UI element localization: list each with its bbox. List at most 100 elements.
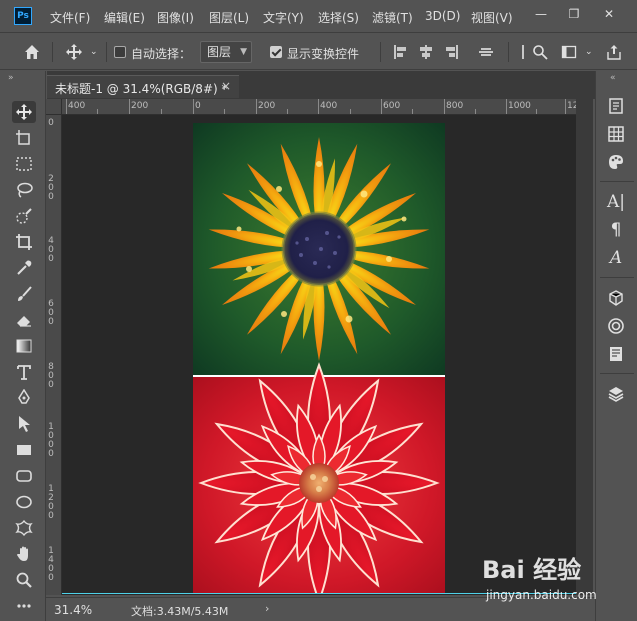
menu-view[interactable]: 视图(V) — [471, 9, 513, 26]
ruler-label: 1200 — [48, 484, 54, 521]
history-icon[interactable] — [605, 95, 627, 117]
document-canvas[interactable] — [193, 123, 445, 593]
ruler-origin[interactable] — [46, 99, 62, 115]
menu-3d[interactable]: 3D(D) — [425, 9, 460, 23]
chevron-down-icon: ▼ — [240, 47, 247, 57]
character-panel-icon[interactable]: A| — [605, 191, 627, 213]
menu-image[interactable]: 图像(I) — [157, 9, 194, 26]
marquee-tool-icon[interactable] — [12, 153, 36, 175]
ruler-label: 600 — [48, 299, 54, 327]
move-tool-preset-icon[interactable] — [62, 41, 86, 63]
menu-filter[interactable]: 滤镜(T) — [372, 9, 413, 26]
ruler-label: 400 — [68, 101, 86, 111]
workspace-icon[interactable] — [561, 44, 577, 60]
align-right-icon[interactable] — [443, 44, 459, 60]
zoom-level-field[interactable]: 31.4% — [50, 601, 106, 619]
ruler-label: 600 — [383, 101, 401, 111]
expand-panels-icon[interactable]: « — [610, 73, 616, 83]
close-tab-icon[interactable]: × — [221, 79, 231, 93]
quick-select-tool-icon[interactable] — [12, 205, 36, 227]
3d-panel-icon[interactable] — [605, 287, 627, 309]
rounded-rectangle-tool-icon[interactable] — [12, 465, 36, 487]
more-tools-icon[interactable] — [12, 595, 36, 617]
ruler-label: 1000 — [48, 422, 54, 459]
eraser-tool-icon[interactable] — [12, 309, 36, 331]
ruler-label: 1000 — [508, 101, 531, 111]
restore-button[interactable]: ❐ — [561, 3, 587, 25]
home-icon[interactable] — [20, 41, 44, 63]
glyphs-panel-icon[interactable]: A — [605, 247, 627, 269]
zoom-tool-icon[interactable] — [12, 569, 36, 591]
document-info: 文档:3.43M/5.43M — [131, 605, 229, 618]
collapse-panel-icon[interactable]: » — [8, 73, 14, 83]
lasso-tool-icon[interactable] — [12, 179, 36, 201]
layer-select-value: 图层 — [207, 45, 232, 59]
document-tab[interactable]: 未标题-1 @ 31.4%(RGB/8#) * × — [47, 75, 239, 98]
share-icon[interactable] — [606, 44, 622, 60]
auto-select-label: 自动选择： — [131, 47, 192, 61]
menu-bar: Ps 文件(F) 编辑(E) 图像(I) 图层(L) 文字(Y) 选择(S) 滤… — [0, 0, 637, 33]
ruler-label: 0 — [195, 101, 201, 111]
type-tool-icon[interactable] — [12, 361, 36, 383]
menu-select[interactable]: 选择(S) — [318, 9, 359, 26]
auto-select-target-dropdown[interactable]: 图层 ▼ — [200, 41, 252, 63]
show-transform-label: 显示变换控件 — [287, 47, 360, 61]
pen-tool-icon[interactable] — [12, 387, 36, 409]
horizontal-ruler[interactable]: 400 200 0 200 400 600 800 1000 1200 — [62, 99, 576, 115]
artboard-tool-icon[interactable] — [12, 127, 36, 149]
eyedropper-tool-icon[interactable] — [12, 257, 36, 279]
menu-edit[interactable]: 编辑(E) — [104, 9, 145, 26]
paragraph-panel-icon[interactable]: ¶ — [605, 219, 627, 241]
crop-tool-icon[interactable] — [12, 231, 36, 253]
menu-file[interactable]: 文件(F) — [50, 9, 90, 26]
watermark-brand: Bai 经验 — [482, 556, 582, 584]
ruler-label: 0 — [48, 118, 54, 128]
distribute-icon[interactable] — [516, 44, 532, 60]
ruler-label: 400 — [320, 101, 338, 111]
canvas-area[interactable] — [62, 115, 576, 595]
auto-select-checkbox[interactable] — [114, 46, 126, 58]
photoshop-logo-icon: Ps — [14, 7, 32, 25]
document-tab-title: 未标题-1 @ 31.4%(RGB/8#) * — [55, 82, 228, 96]
custom-shape-tool-icon[interactable] — [12, 517, 36, 539]
swatches-icon[interactable] — [605, 123, 627, 145]
ruler-label: 800 — [446, 101, 464, 111]
ruler-label: 1400 — [48, 546, 54, 583]
ruler-label: 200 — [258, 101, 276, 111]
rectangle-tool-icon[interactable] — [12, 439, 36, 461]
move-tool-icon[interactable] — [12, 101, 36, 123]
ruler-label: 200 — [48, 174, 54, 202]
show-transform-checkbox[interactable] — [270, 46, 282, 58]
watermark-url: jingyan.baidu.com — [486, 588, 597, 602]
chevron-down-icon[interactable]: ⌄ — [90, 47, 98, 57]
menu-layer[interactable]: 图层(L) — [209, 9, 249, 26]
ruler-label: 200 — [131, 101, 149, 111]
panel-dock: « A| ¶ A — [595, 71, 637, 621]
gradient-tool-icon[interactable] — [12, 335, 36, 357]
menu-type[interactable]: 文字(Y) — [263, 9, 304, 26]
ruler-label: 800 — [48, 362, 54, 390]
baidu-jingyan-watermark: Bai 经验 jingyan.baidu.com — [482, 550, 632, 606]
path-select-tool-icon[interactable] — [12, 413, 36, 435]
ruler-label: 400 — [48, 236, 54, 264]
dahlia-center — [299, 463, 339, 503]
search-icon[interactable] — [532, 44, 548, 60]
tools-panel: » — [0, 71, 46, 621]
chevron-down-icon[interactable]: ⌄ — [585, 47, 593, 57]
vertical-scrollbar[interactable] — [576, 99, 593, 595]
align-vertical-center-icon[interactable] — [478, 44, 494, 60]
color-palette-icon[interactable] — [605, 151, 627, 173]
align-left-icon[interactable] — [393, 44, 409, 60]
layers-icon[interactable] — [605, 383, 627, 405]
properties-icon[interactable] — [605, 343, 627, 365]
hand-tool-icon[interactable] — [12, 543, 36, 565]
brush-tool-icon[interactable] — [12, 283, 36, 305]
status-menu-arrow-icon[interactable]: › — [265, 602, 269, 615]
vertical-ruler[interactable]: 0 200 400 600 800 1000 1200 1400 — [46, 115, 62, 595]
close-window-button[interactable]: ✕ — [596, 3, 622, 25]
ellipse-tool-icon[interactable] — [12, 491, 36, 513]
libraries-icon[interactable] — [605, 315, 627, 337]
align-center-icon[interactable] — [418, 44, 434, 60]
ruler-label: 1200 — [567, 101, 576, 111]
minimize-button[interactable]: — — [528, 3, 554, 25]
